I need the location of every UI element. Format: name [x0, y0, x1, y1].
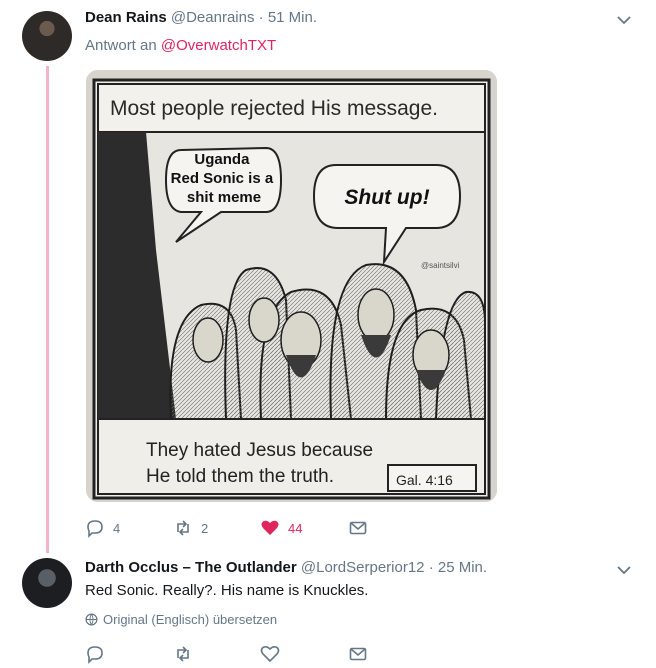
globe-icon	[85, 613, 98, 626]
image-watermark: @saintsilvi	[421, 261, 460, 270]
bubble-right: Shut up!	[344, 186, 429, 209]
bible-reference: Gal. 4:16	[396, 472, 453, 488]
tweet-header: Dean Rains @Deanrains · 51 Min.	[85, 9, 317, 26]
avatar[interactable]	[22, 11, 72, 61]
like-button[interactable]	[260, 644, 280, 664]
handle[interactable]: @LordSerperior12	[301, 559, 425, 576]
caption-bottom-line-2: He told them the truth.	[146, 466, 334, 487]
separator: ·	[254, 9, 268, 26]
caption-top: Most people rejected His message.	[110, 97, 438, 120]
timestamp[interactable]: 25 Min.	[438, 559, 487, 576]
avatar[interactable]	[22, 558, 72, 608]
reply-prefix: Antwort an	[85, 37, 161, 54]
direct-message-button[interactable]	[348, 644, 368, 664]
heart-filled-icon	[261, 520, 279, 535]
reply-mention-link[interactable]: @OverwatchTXT	[161, 37, 276, 54]
handle[interactable]: @Deanrains	[171, 9, 255, 26]
bubble-left-line-1: Uganda	[194, 151, 250, 168]
reply-count: 4	[113, 520, 121, 536]
retweet-icon	[177, 520, 189, 536]
retweet-count: 2	[201, 520, 209, 536]
tweet-image[interactable]: Most people rejected His message. Uganda…	[86, 70, 497, 502]
retweet-button[interactable]: 2	[173, 518, 208, 538]
caption-bottom-line-1: They hated Jesus because	[146, 440, 373, 461]
display-name[interactable]: Darth Occlus – The Outlander	[85, 559, 297, 576]
separator: ·	[424, 559, 438, 576]
reply-context: Antwort an @OverwatchTXT	[85, 37, 276, 54]
retweet-icon	[177, 646, 189, 662]
thread-connector-line	[46, 66, 49, 553]
reply-button[interactable]	[85, 644, 105, 664]
like-button[interactable]: 44	[260, 518, 302, 538]
chevron-down-icon[interactable]	[616, 12, 632, 28]
tweet-text: Red Sonic. Really?. His name is Knuckles…	[85, 582, 369, 599]
translate-label: Original (Englisch) übersetzen	[103, 612, 278, 627]
reply-icon	[87, 520, 103, 538]
chevron-down-icon[interactable]	[616, 562, 632, 578]
translate-link[interactable]: Original (Englisch) übersetzen	[85, 612, 277, 627]
envelope-icon	[349, 647, 367, 661]
envelope-icon	[349, 521, 367, 535]
heart-outline-icon	[260, 645, 280, 663]
bubble-left-line-2: Red Sonic is a	[171, 170, 274, 187]
like-count: 44	[288, 520, 303, 536]
reply-icon	[87, 646, 103, 664]
retweet-button[interactable]	[173, 644, 193, 664]
bubble-left-line-3: shit meme	[187, 189, 261, 206]
display-name[interactable]: Dean Rains	[85, 9, 167, 26]
direct-message-button[interactable]	[348, 518, 368, 538]
reply-button[interactable]: 4	[85, 518, 120, 538]
timestamp[interactable]: 51 Min.	[268, 9, 317, 26]
tweet-header: Darth Occlus – The Outlander @LordSerper…	[85, 559, 487, 576]
